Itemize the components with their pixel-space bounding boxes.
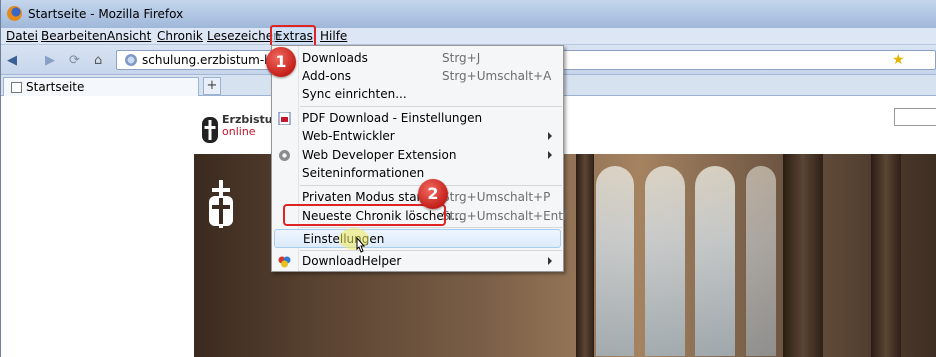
menu-separator (300, 250, 562, 251)
menu-item-pdf-download[interactable]: PDF Download - Einstellungen (272, 109, 563, 128)
menu-item-shortcut: Strg+Umschalt+P (442, 190, 551, 204)
callout-1: 1 (266, 47, 296, 77)
church-window (746, 166, 776, 356)
menu-item-downloadhelper[interactable]: DownloadHelper (272, 252, 563, 271)
mouse-cursor-icon (356, 237, 366, 253)
menu-item-web-developer-extension[interactable]: Web Developer Extension (272, 146, 563, 165)
site-identity-icon[interactable] (125, 54, 137, 66)
menu-item-downloads[interactable]: Downloads Strg+J (272, 49, 563, 68)
home-icon[interactable]: ⌂ (94, 53, 102, 68)
bookmark-star-icon[interactable]: ★ (892, 52, 905, 68)
menu-extras[interactable]: Extras (275, 29, 313, 43)
church-window (645, 166, 685, 356)
menu-ansicht[interactable]: Ansicht (107, 29, 151, 43)
pdf-icon (278, 112, 291, 125)
menu-chronik[interactable]: Chronik (157, 29, 203, 43)
page-icon (11, 82, 22, 93)
church-window (695, 166, 735, 356)
window-title: Startseite - Mozilla Firefox (28, 7, 184, 21)
menu-item-label: Add-ons (302, 69, 351, 83)
church-window (596, 166, 634, 356)
menu-item-label: Seiteninformationen (302, 166, 425, 180)
cross-logo-icon (209, 180, 233, 228)
menu-datei[interactable]: Datei (6, 29, 38, 43)
menu-item-web-entwickler[interactable]: Web-Entwickler (272, 127, 563, 146)
submenu-arrow-icon (548, 257, 552, 265)
menu-separator (300, 227, 562, 228)
new-tab-button[interactable]: + (203, 77, 221, 95)
menu-item-shortcut: Strg+J (442, 51, 481, 65)
chronik-highlight-box (283, 204, 446, 226)
menu-item-label: PDF Download - Einstellungen (302, 111, 483, 125)
menu-item-label: DownloadHelper (302, 254, 402, 268)
menu-item-shortcut: Strg+Umschalt+Entf (442, 209, 568, 223)
menu-hilfe[interactable]: Hilfe (320, 29, 347, 43)
callout-2: 2 (418, 179, 448, 209)
menu-bar: Datei Bearbeiten Ansicht Chronik Lesezei… (1, 28, 936, 45)
pillar (783, 154, 823, 357)
submenu-arrow-icon (548, 132, 552, 140)
tab-label: Startseite (26, 80, 85, 94)
menu-item-add-ons[interactable]: Add-ons Strg+Umschalt+A (272, 67, 563, 86)
title-bar: Startseite - Mozilla Firefox (1, 0, 936, 28)
menu-item-label: Web Developer Extension (302, 148, 457, 162)
submenu-arrow-icon (548, 151, 552, 159)
menu-item-shortcut: Strg+Umschalt+A (442, 69, 552, 83)
downloadhelper-icon (278, 256, 291, 268)
gear-icon (279, 150, 290, 161)
site-search-input[interactable] (894, 108, 936, 126)
firefox-logo-icon (7, 6, 22, 21)
browser-window: Startseite - Mozilla Firefox Datei Bearb… (0, 0, 936, 357)
reload-icon[interactable]: ⟳ (69, 53, 80, 68)
extras-menu: Downloads Strg+J Add-ons Strg+Umschalt+A… (271, 45, 568, 272)
back-arrow-icon[interactable]: ◀ (7, 53, 17, 68)
menu-item-label: Sync einrichten... (302, 87, 407, 101)
forward-arrow-icon[interactable]: ▶ (45, 53, 55, 68)
site-logo[interactable]: Erzbistu online (222, 114, 273, 138)
menu-separator (300, 106, 562, 107)
menu-item-einstellungen[interactable]: Einstellungen (274, 229, 561, 248)
erzbistum-logo-icon (202, 117, 218, 143)
tab-startseite[interactable]: Startseite (3, 77, 199, 96)
pillar (576, 154, 594, 357)
pillar (871, 154, 901, 357)
menu-item-label: Web-Entwickler (302, 129, 395, 143)
menu-item-label: Downloads (302, 51, 368, 65)
menu-item-seiteninformationen[interactable]: Seiteninformationen (272, 164, 563, 183)
logo-line-2: online (222, 125, 256, 138)
menu-bearbeiten[interactable]: Bearbeiten (41, 29, 107, 43)
menu-item-sync[interactable]: Sync einrichten... (272, 85, 563, 104)
